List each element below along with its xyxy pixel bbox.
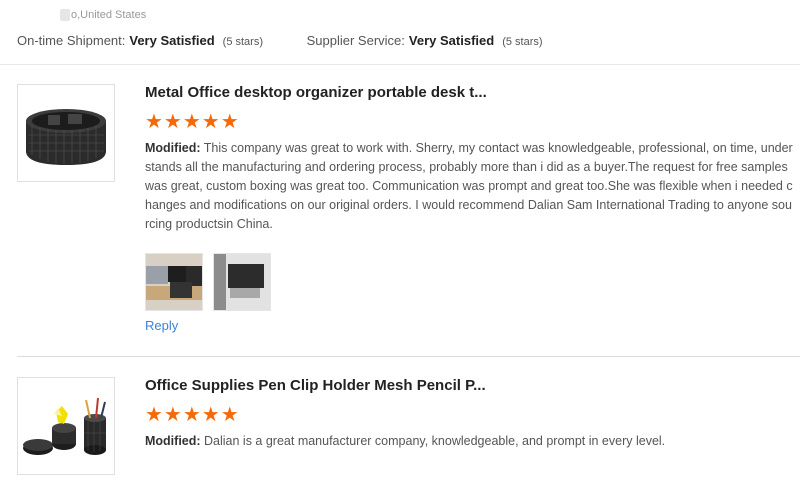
review-content: Office Supplies Pen Clip Holder Mesh Pen… [145,377,795,451]
review-body: Dalian is a great manufacturer company, … [200,434,666,448]
rating-label: Supplier Service: [306,33,405,48]
reply-link[interactable]: Reply [145,318,795,333]
rating-supplier-service: Supplier Service: Very Satisfied (5 stars) [307,33,543,48]
rating-stars-text: (5 stars) [502,36,543,48]
star-rating: ★★★★★ [145,111,240,133]
buyer-location-text: o,United States [71,9,147,21]
review-body: This company was great to work with. She… [145,141,793,231]
supplier-ratings: On-time Shipment: Very Satisfied (5 stars)… [17,33,583,48]
review-text: Modified: This company was great to work… [145,139,793,234]
review-content: Metal Office desktop organizer portable … [145,84,795,333]
rating-value: Very Satisfied [408,33,495,48]
divider [0,64,800,65]
modified-label: Modified: [145,434,201,448]
rating-value: Very Satisfied [129,33,215,48]
review-photo-1 [146,254,202,310]
product-thumbnail[interactable] [17,377,115,475]
star-rating: ★★★★★ [145,404,240,426]
pen-holder-icon [23,397,106,455]
rating-label: On-time Shipment: [17,33,126,48]
divider [17,356,800,357]
review-text: Modified: Dalian is a great manufacturer… [145,432,793,451]
product-thumbnail[interactable] [17,84,115,182]
product-title[interactable]: Office Supplies Pen Clip Holder Mesh Pen… [145,377,795,395]
product-title[interactable]: Metal Office desktop organizer portable … [145,84,795,102]
review-photo[interactable] [145,253,203,311]
buyer-location: o,United States [60,9,147,22]
desk-organizer-icon [26,109,106,165]
blurred-name [60,9,70,22]
modified-label: Modified: [145,141,201,155]
review-photos [145,253,795,311]
review-photo-2 [214,254,271,310]
review-photo[interactable] [213,253,272,311]
rating-stars-text: (5 stars) [222,36,263,48]
rating-on-time-shipment: On-time Shipment: Very Satisfied (5 stars) [17,33,263,48]
